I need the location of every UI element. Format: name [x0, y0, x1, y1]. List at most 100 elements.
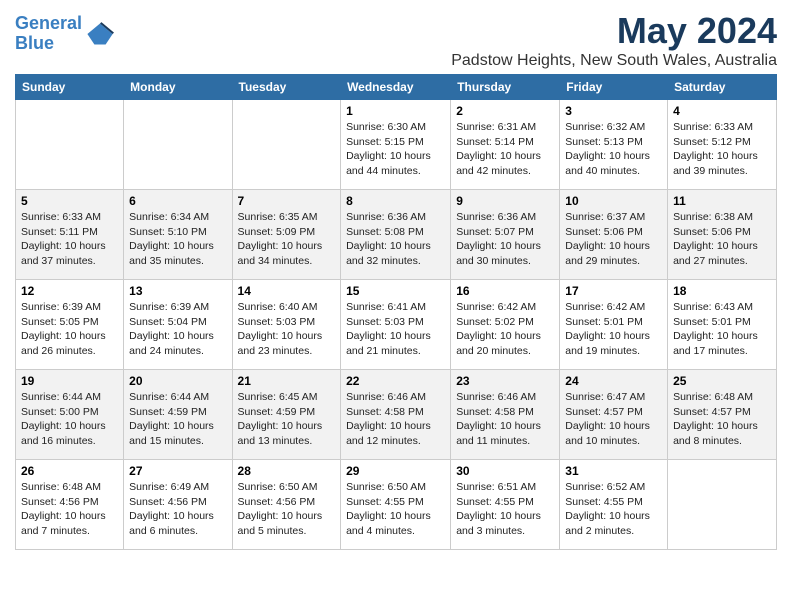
day-detail: Sunrise: 6:36 AMSunset: 5:07 PMDaylight:… — [456, 210, 554, 269]
day-detail: Sunrise: 6:42 AMSunset: 5:01 PMDaylight:… — [565, 300, 662, 359]
day-cell — [124, 100, 232, 190]
header: GeneralBlue May 2024 Padstow Heights, Ne… — [15, 10, 777, 70]
day-cell: 23 Sunrise: 6:46 AMSunset: 4:58 PMDayligh… — [451, 370, 560, 460]
col-header-wednesday: Wednesday — [341, 75, 451, 100]
day-number: 13 — [129, 284, 226, 298]
day-detail: Sunrise: 6:50 AMSunset: 4:55 PMDaylight:… — [346, 480, 445, 539]
day-number: 31 — [565, 464, 662, 478]
day-cell: 30 Sunrise: 6:51 AMSunset: 4:55 PMDayligh… — [451, 460, 560, 550]
day-number: 12 — [21, 284, 118, 298]
day-number: 8 — [346, 194, 445, 208]
day-detail: Sunrise: 6:40 AMSunset: 5:03 PMDaylight:… — [238, 300, 336, 359]
day-number: 4 — [673, 104, 771, 118]
day-detail: Sunrise: 6:38 AMSunset: 5:06 PMDaylight:… — [673, 210, 771, 269]
day-cell: 7 Sunrise: 6:35 AMSunset: 5:09 PMDaylight… — [232, 190, 341, 280]
day-cell — [16, 100, 124, 190]
day-detail: Sunrise: 6:50 AMSunset: 4:56 PMDaylight:… — [238, 480, 336, 539]
day-number: 23 — [456, 374, 554, 388]
col-header-thursday: Thursday — [451, 75, 560, 100]
day-detail: Sunrise: 6:43 AMSunset: 5:01 PMDaylight:… — [673, 300, 771, 359]
col-header-sunday: Sunday — [16, 75, 124, 100]
day-detail: Sunrise: 6:33 AMSunset: 5:11 PMDaylight:… — [21, 210, 118, 269]
day-cell: 26 Sunrise: 6:48 AMSunset: 4:56 PMDayligh… — [16, 460, 124, 550]
day-detail: Sunrise: 6:49 AMSunset: 4:56 PMDaylight:… — [129, 480, 226, 539]
day-cell: 25Sunrise: 6:48 AMSunset: 4:57 PMDayligh… — [668, 370, 777, 460]
day-detail: Sunrise: 6:34 AMSunset: 5:10 PMDaylight:… — [129, 210, 226, 269]
main-title: May 2024 — [451, 10, 777, 52]
day-number: 2 — [456, 104, 554, 118]
day-number: 26 — [21, 464, 118, 478]
day-number: 10 — [565, 194, 662, 208]
logo-text: GeneralBlue — [15, 14, 82, 54]
day-detail: Sunrise: 6:41 AMSunset: 5:03 PMDaylight:… — [346, 300, 445, 359]
day-cell: 22 Sunrise: 6:46 AMSunset: 4:58 PMDayligh… — [341, 370, 451, 460]
day-number: 19 — [21, 374, 118, 388]
day-number: 17 — [565, 284, 662, 298]
day-detail: Sunrise: 6:44 AMSunset: 4:59 PMDaylight:… — [129, 390, 226, 449]
day-detail: Sunrise: 6:46 AMSunset: 4:58 PMDaylight:… — [456, 390, 554, 449]
day-detail: Sunrise: 6:51 AMSunset: 4:55 PMDaylight:… — [456, 480, 554, 539]
day-number: 28 — [238, 464, 336, 478]
week-row-4: 19 Sunrise: 6:44 AMSunset: 5:00 PMDayligh… — [16, 370, 777, 460]
day-number: 9 — [456, 194, 554, 208]
day-number: 16 — [456, 284, 554, 298]
day-detail: Sunrise: 6:39 AMSunset: 5:05 PMDaylight:… — [21, 300, 118, 359]
day-number: 18 — [673, 284, 771, 298]
logo: GeneralBlue — [15, 14, 114, 54]
day-number: 21 — [238, 374, 336, 388]
day-detail: Sunrise: 6:32 AMSunset: 5:13 PMDaylight:… — [565, 120, 662, 179]
day-number: 24 — [565, 374, 662, 388]
day-cell: 16Sunrise: 6:42 AMSunset: 5:02 PMDayligh… — [451, 280, 560, 370]
day-number: 29 — [346, 464, 445, 478]
day-detail: Sunrise: 6:44 AMSunset: 5:00 PMDaylight:… — [21, 390, 118, 449]
day-cell: 1Sunrise: 6:30 AMSunset: 5:15 PMDaylight… — [341, 100, 451, 190]
day-cell: 12 Sunrise: 6:39 AMSunset: 5:05 PMDayligh… — [16, 280, 124, 370]
day-cell: 5 Sunrise: 6:33 AMSunset: 5:11 PMDaylight… — [16, 190, 124, 280]
day-cell: 8Sunrise: 6:36 AMSunset: 5:08 PMDaylight… — [341, 190, 451, 280]
day-cell: 14 Sunrise: 6:40 AMSunset: 5:03 PMDayligh… — [232, 280, 341, 370]
week-row-3: 12 Sunrise: 6:39 AMSunset: 5:05 PMDayligh… — [16, 280, 777, 370]
day-detail: Sunrise: 6:33 AMSunset: 5:12 PMDaylight:… — [673, 120, 771, 179]
day-number: 27 — [129, 464, 226, 478]
day-cell — [668, 460, 777, 550]
day-number: 11 — [673, 194, 771, 208]
week-row-1: 1Sunrise: 6:30 AMSunset: 5:15 PMDaylight… — [16, 100, 777, 190]
day-cell — [232, 100, 341, 190]
day-cell: 18 Sunrise: 6:43 AMSunset: 5:01 PMDayligh… — [668, 280, 777, 370]
day-number: 7 — [238, 194, 336, 208]
day-cell: 28 Sunrise: 6:50 AMSunset: 4:56 PMDayligh… — [232, 460, 341, 550]
day-cell: 20 Sunrise: 6:44 AMSunset: 4:59 PMDayligh… — [124, 370, 232, 460]
col-header-saturday: Saturday — [668, 75, 777, 100]
day-cell: 2 Sunrise: 6:31 AMSunset: 5:14 PMDaylight… — [451, 100, 560, 190]
col-header-tuesday: Tuesday — [232, 75, 341, 100]
col-header-friday: Friday — [560, 75, 668, 100]
day-detail: Sunrise: 6:48 AMSunset: 4:56 PMDaylight:… — [21, 480, 118, 539]
day-cell: 21Sunrise: 6:45 AMSunset: 4:59 PMDayligh… — [232, 370, 341, 460]
day-number: 5 — [21, 194, 118, 208]
day-cell: 24 Sunrise: 6:47 AMSunset: 4:57 PMDayligh… — [560, 370, 668, 460]
day-number: 30 — [456, 464, 554, 478]
day-cell: 19 Sunrise: 6:44 AMSunset: 5:00 PMDayligh… — [16, 370, 124, 460]
week-row-5: 26 Sunrise: 6:48 AMSunset: 4:56 PMDayligh… — [16, 460, 777, 550]
calendar-table: SundayMondayTuesdayWednesdayThursdayFrid… — [15, 74, 777, 550]
day-number: 20 — [129, 374, 226, 388]
day-cell: 13 Sunrise: 6:39 AMSunset: 5:04 PMDayligh… — [124, 280, 232, 370]
day-number: 3 — [565, 104, 662, 118]
day-cell: 29 Sunrise: 6:50 AMSunset: 4:55 PMDayligh… — [341, 460, 451, 550]
day-detail: Sunrise: 6:47 AMSunset: 4:57 PMDaylight:… — [565, 390, 662, 449]
day-detail: Sunrise: 6:39 AMSunset: 5:04 PMDaylight:… — [129, 300, 226, 359]
day-cell: 9 Sunrise: 6:36 AMSunset: 5:07 PMDaylight… — [451, 190, 560, 280]
day-cell: 6Sunrise: 6:34 AMSunset: 5:10 PMDaylight… — [124, 190, 232, 280]
day-number: 22 — [346, 374, 445, 388]
day-detail: Sunrise: 6:31 AMSunset: 5:14 PMDaylight:… — [456, 120, 554, 179]
day-cell: 15 Sunrise: 6:41 AMSunset: 5:03 PMDayligh… — [341, 280, 451, 370]
day-detail: Sunrise: 6:30 AMSunset: 5:15 PMDaylight:… — [346, 120, 445, 179]
day-number: 15 — [346, 284, 445, 298]
logo-icon — [86, 20, 114, 48]
day-detail: Sunrise: 6:46 AMSunset: 4:58 PMDaylight:… — [346, 390, 445, 449]
day-detail: Sunrise: 6:35 AMSunset: 5:09 PMDaylight:… — [238, 210, 336, 269]
day-cell: 3 Sunrise: 6:32 AMSunset: 5:13 PMDaylight… — [560, 100, 668, 190]
week-row-2: 5 Sunrise: 6:33 AMSunset: 5:11 PMDaylight… — [16, 190, 777, 280]
day-number: 14 — [238, 284, 336, 298]
column-headers: SundayMondayTuesdayWednesdayThursdayFrid… — [16, 75, 777, 100]
